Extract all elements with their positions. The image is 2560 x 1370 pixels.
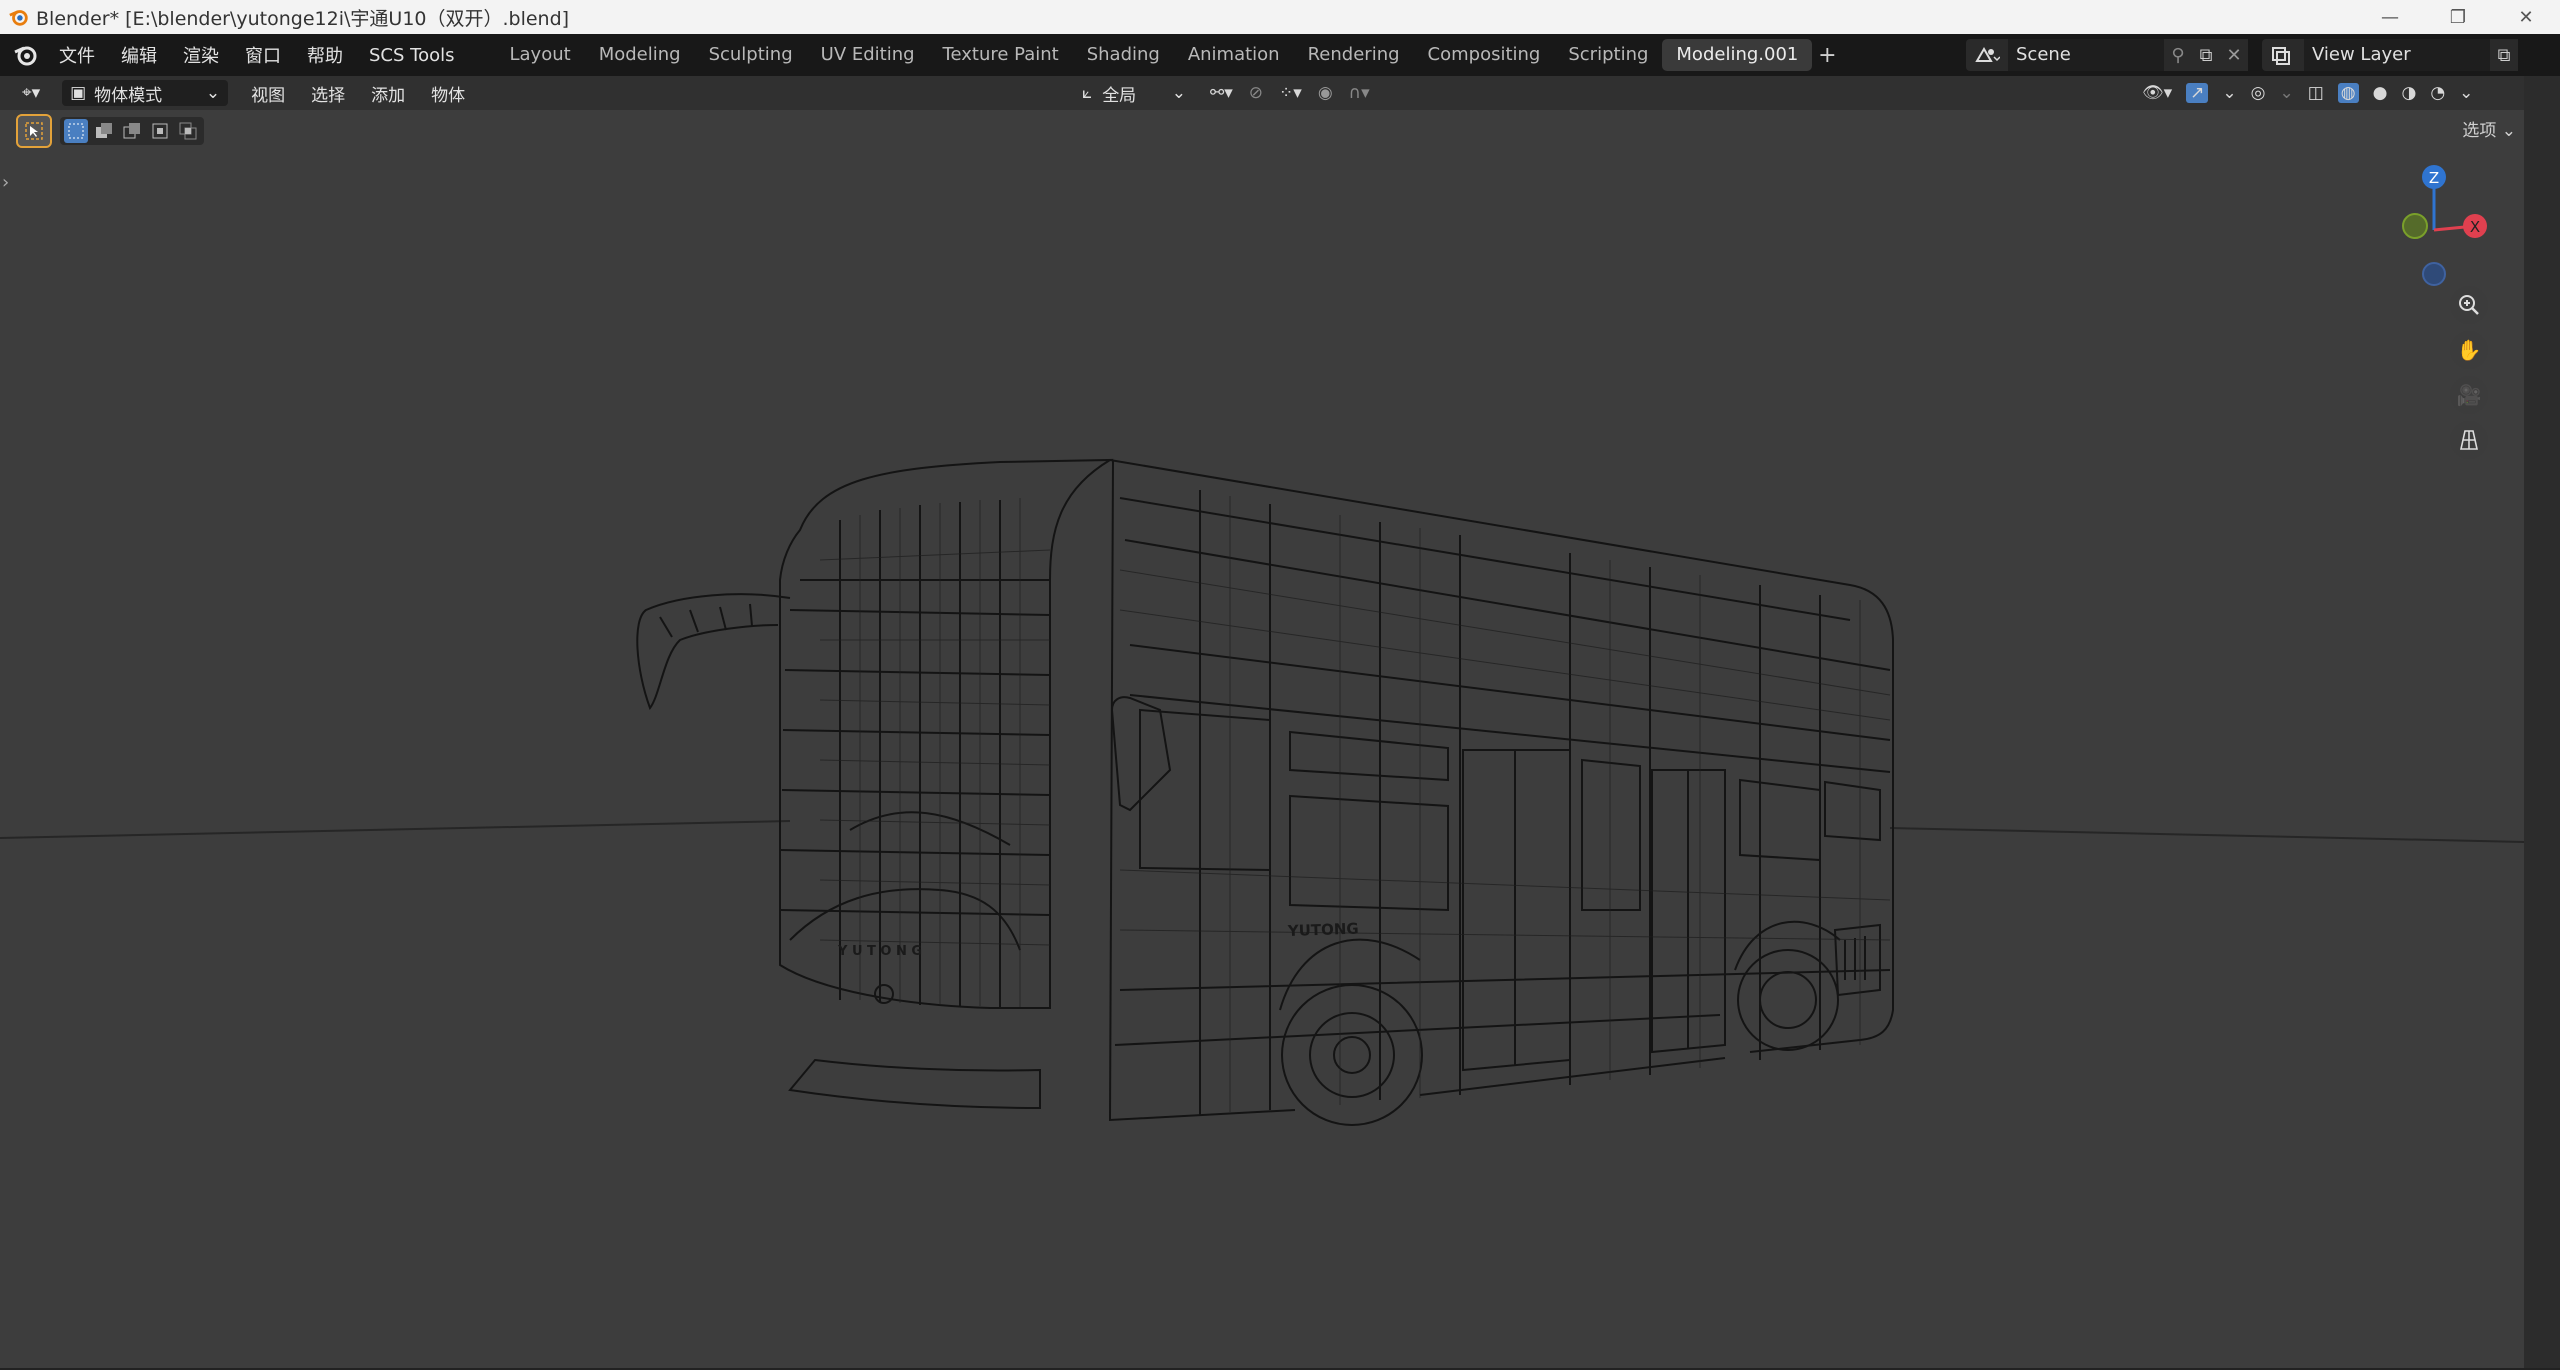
tab-uv-editing[interactable]: UV Editing (807, 39, 929, 71)
sidebar-collapsed-strip[interactable] (2524, 76, 2560, 1370)
front-wheel (1281, 984, 1423, 1126)
bus-front-emblem (874, 984, 894, 1004)
rendered-shading-icon[interactable]: ◔ (2430, 83, 2445, 103)
chevron-down-icon[interactable]: ⌄ (2222, 83, 2236, 103)
editor-type-dropdown[interactable]: ⌖▾ (14, 80, 48, 106)
chevron-down-icon: ⌄ (205, 83, 221, 103)
scene-browse-icon[interactable] (1966, 39, 2008, 71)
minimize-button[interactable]: — (2356, 0, 2424, 34)
menu-scs-tools[interactable]: SCS Tools (356, 45, 467, 66)
bus-wire-mesh-dense (819, 496, 1891, 1112)
material-shading-icon[interactable]: ◑ (2401, 83, 2416, 103)
gizmo-toggle-icon[interactable]: ↗ (2186, 83, 2209, 103)
tab-modeling[interactable]: Modeling (585, 39, 695, 71)
tab-modeling-001[interactable]: Modeling.001 (1662, 39, 1813, 71)
snap-target-icon[interactable]: ⁘▾ (1279, 83, 1302, 103)
ground-grid-line (0, 820, 791, 839)
orientation-label: 全局 (1102, 85, 1137, 106)
menu-edit[interactable]: 编辑 (108, 42, 170, 68)
orientation-icon: ⟀ (1082, 83, 1093, 103)
object-mode-icon: ▣ (70, 83, 87, 103)
chevron-down-icon[interactable]: ⌄ (2279, 83, 2293, 103)
rear-wheel (1737, 949, 1839, 1051)
menu-help[interactable]: 帮助 (294, 42, 356, 68)
workspace-tabs: Layout Modeling Sculpting UV Editing Tex… (495, 39, 1842, 71)
mode-label: 物体模式 (94, 85, 163, 106)
menu-window[interactable]: 窗口 (232, 42, 294, 68)
window-title: Blender* [E:\blender\yutonge12i\宇通U10（双开… (36, 7, 570, 30)
3d-viewport[interactable]: › 选项 ⌄ Z X ✋ 🎥 YUTONG Y U T O N G (0, 110, 2524, 1368)
tab-layout[interactable]: Layout (495, 39, 584, 71)
menu-view[interactable]: 视图 (238, 81, 298, 106)
view-layer-browse-icon[interactable] (2262, 39, 2304, 71)
scene-name-field[interactable]: Scene (2008, 39, 2164, 71)
ground-grid-line-right (1889, 827, 2524, 843)
menu-render[interactable]: 渲染 (170, 42, 232, 68)
scene-selector: Scene ⚲ ⧉ ✕ (1966, 38, 2248, 72)
blender-logo-icon[interactable] (12, 41, 40, 69)
delete-scene-icon[interactable]: ✕ (2220, 39, 2248, 71)
chevron-down-icon[interactable]: ⌄ (2459, 83, 2473, 103)
close-button[interactable]: ✕ (2492, 0, 2560, 34)
new-scene-icon[interactable]: ⧉ (2192, 39, 2220, 71)
viewport-header: ⌖▾ ▣ 物体模式 ⌄ 视图 选择 添加 物体 ⟀ 全局 ⌄ ⚯▾ ⊘ ⁘▾ ◉… (0, 76, 2524, 110)
xray-toggle-icon[interactable]: ◫ (2308, 83, 2324, 103)
overlay-toggle-icon[interactable]: ◎ (2251, 83, 2266, 103)
window-titlebar: Blender* [E:\blender\yutonge12i\宇通U10（双开… (0, 0, 2560, 34)
tab-rendering[interactable]: Rendering (1294, 39, 1414, 71)
bus-brand-front-text: Y U T O N G (837, 944, 922, 959)
pivot-point-icon[interactable]: ⚯▾ (1210, 83, 1233, 103)
tab-sculpting[interactable]: Sculpting (695, 39, 807, 71)
view-layer-name-field[interactable]: View Layer (2304, 39, 2490, 71)
visibility-icon[interactable]: 👁▾ (2142, 83, 2172, 103)
bus-brand-side-text: YUTONG (1287, 920, 1359, 940)
editor-type-icon: ⌖▾ (22, 83, 41, 103)
menu-add[interactable]: 添加 (358, 81, 418, 106)
menu-file[interactable]: 文件 (46, 42, 108, 68)
chevron-down-icon: ⌄ (1171, 83, 1186, 103)
orientation-dropdown[interactable]: ⟀ 全局 ⌄ (1074, 80, 1194, 106)
top-bar: 文件 编辑 渲染 窗口 帮助 SCS Tools Layout Modeling… (0, 34, 2560, 76)
tab-compositing[interactable]: Compositing (1414, 39, 1555, 71)
tab-shading[interactable]: Shading (1073, 39, 1174, 71)
wireframe-shading-icon[interactable]: ◍ (2337, 83, 2359, 103)
solid-shading-icon[interactable]: ● (2373, 83, 2388, 103)
tab-texture-paint[interactable]: Texture Paint (929, 39, 1073, 71)
pin-scene-icon[interactable]: ⚲ (2164, 39, 2192, 71)
tab-scripting[interactable]: Scripting (1554, 39, 1662, 71)
falloff-icon[interactable]: ∩▾ (1349, 83, 1370, 103)
blender-app-icon (9, 10, 28, 26)
view-layer-selector: View Layer ⧉ (2262, 38, 2518, 72)
snap-toggle-icon[interactable]: ⊘ (1249, 83, 1263, 103)
restore-button[interactable]: ❐ (2424, 0, 2492, 34)
mode-dropdown[interactable]: ▣ 物体模式 ⌄ (62, 80, 229, 106)
viewport-scene: YUTONG Y U T O N G (0, 458, 2524, 1126)
menu-select[interactable]: 选择 (298, 81, 358, 106)
menu-object[interactable]: 物体 (418, 81, 478, 106)
new-view-layer-icon[interactable]: ⧉ (2490, 39, 2518, 71)
add-workspace-button[interactable]: + (1812, 43, 1842, 68)
tab-animation[interactable]: Animation (1174, 39, 1294, 71)
proportional-edit-icon[interactable]: ◉ (1318, 83, 1333, 103)
